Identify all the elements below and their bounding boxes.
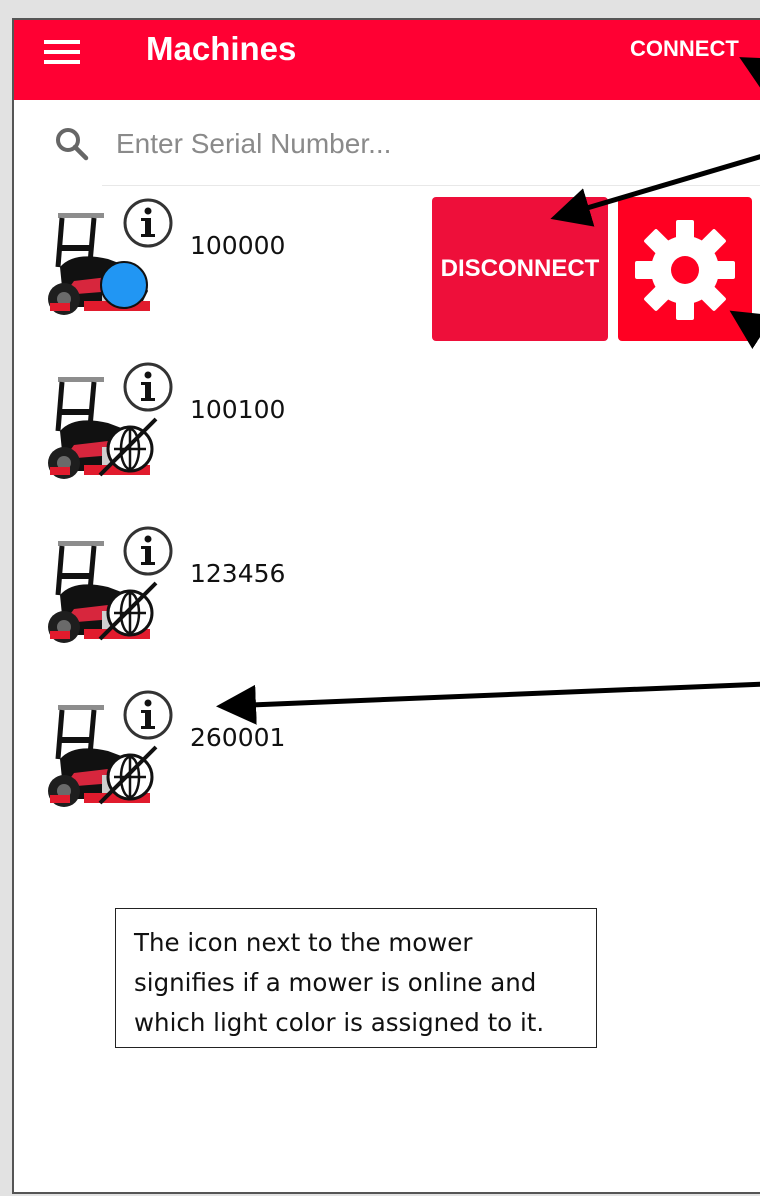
search-bar: [54, 120, 754, 168]
search-divider: [102, 185, 760, 186]
page-title: Machines: [146, 30, 297, 67]
app-screen: Machines CONNECT 100000 100100: [12, 18, 760, 1194]
serial-number-search-input[interactable]: [114, 124, 738, 164]
info-icon[interactable]: [122, 197, 174, 249]
machine-serial: 123456: [190, 559, 286, 588]
connect-button[interactable]: CONNECT: [630, 36, 739, 62]
search-icon: [56, 128, 89, 161]
info-icon[interactable]: [122, 525, 174, 577]
note-line: which light color is assigned to it.: [134, 1008, 545, 1037]
info-icon[interactable]: [122, 689, 174, 741]
gear-icon: [635, 220, 735, 320]
machine-row[interactable]: 260001: [44, 689, 304, 819]
machine-row[interactable]: 123456: [44, 525, 304, 655]
disconnect-button[interactable]: DISCONNECT: [432, 197, 608, 341]
machine-serial: 100000: [190, 231, 286, 260]
machine-row[interactable]: 100100: [44, 361, 304, 491]
note-line: signifies if a mower is online and: [134, 968, 537, 997]
note-line: The icon next to the mower: [134, 928, 473, 957]
info-icon[interactable]: [122, 361, 174, 413]
machine-row[interactable]: 100000: [44, 197, 304, 327]
settings-button[interactable]: [618, 197, 752, 341]
machine-serial: 100100: [190, 395, 286, 424]
app-bar: Machines CONNECT: [14, 20, 760, 100]
machine-serial: 260001: [190, 723, 286, 752]
hamburger-menu-icon[interactable]: [44, 38, 80, 66]
annotation-note: The icon next to the mower signifies if …: [115, 908, 597, 1048]
